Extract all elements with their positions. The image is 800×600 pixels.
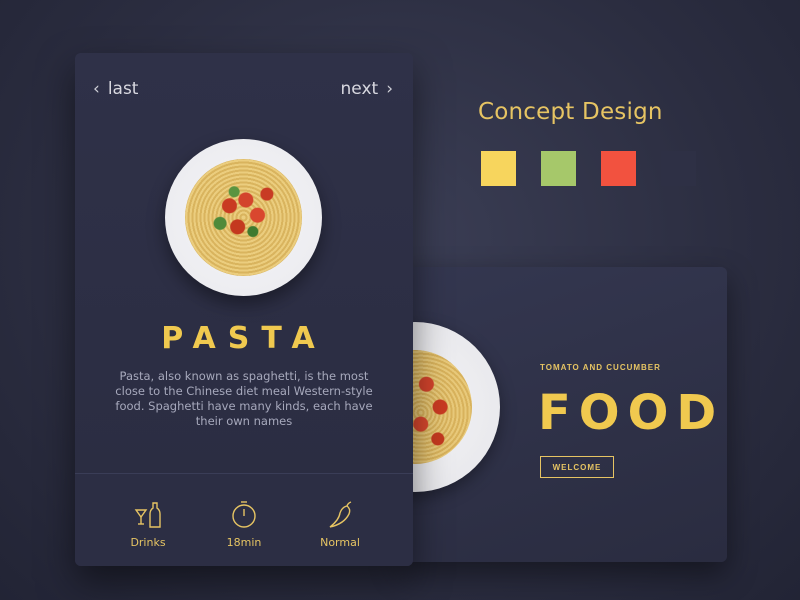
swatch-green [541, 151, 576, 186]
feature-time-label: 18min [226, 536, 262, 549]
nav-last-label: last [107, 79, 139, 99]
color-swatches [481, 151, 696, 186]
food-subtitle: TOMATO AND CUCUMBER [540, 363, 661, 372]
swatch-red [601, 151, 636, 186]
pasta-detail-card: ‹ last next › PASTA Pasta, also known as… [75, 53, 413, 566]
dish-description: Pasta, also known as spaghetti, is the m… [115, 369, 373, 428]
concept-title: Concept Design [478, 99, 663, 125]
nav-next-label: next [340, 79, 379, 99]
food-welcome-card: TOMATO AND CUCUMBER FOOD WELCOME [400, 267, 727, 562]
feature-drinks-label: Drinks [130, 536, 166, 549]
feature-spice[interactable]: Normal [312, 474, 368, 566]
chili-icon [329, 501, 352, 528]
nav-last-link[interactable]: ‹ last [93, 79, 138, 99]
nav-next-link[interactable]: next › [341, 79, 393, 99]
drinks-icon [134, 502, 161, 528]
feature-bar: Drinks 18min Normal [75, 473, 413, 566]
food-title: FOOD [538, 385, 725, 441]
swatch-yellow [481, 151, 516, 186]
welcome-button[interactable]: WELCOME [540, 456, 614, 478]
pasta-plate-image [400, 322, 500, 492]
swatch-dark [661, 151, 696, 186]
timer-icon [232, 501, 256, 528]
dish-title: PASTA [161, 321, 327, 356]
feature-time[interactable]: 18min [216, 474, 272, 566]
feature-spice-label: Normal [320, 536, 360, 549]
feature-drinks[interactable]: Drinks [120, 474, 176, 566]
chevron-right-icon: › [386, 79, 393, 99]
chevron-left-icon: ‹ [93, 79, 100, 99]
pasta-dish-image [165, 139, 322, 296]
